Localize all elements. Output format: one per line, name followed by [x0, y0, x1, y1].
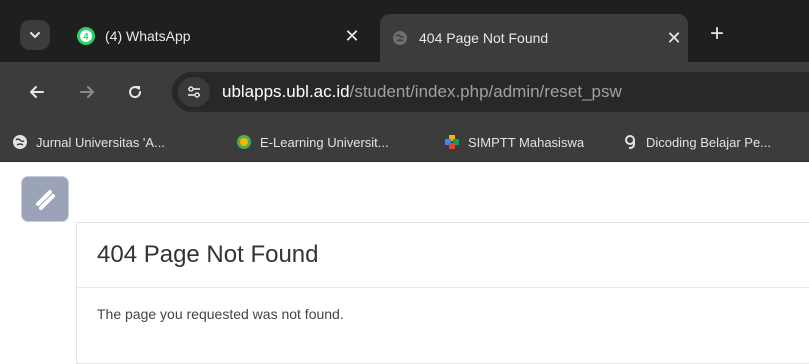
bookmark-simptt[interactable]: SIMPTT Mahasiswa	[444, 122, 584, 162]
url-text: ublapps.ubl.ac.id/student/index.php/admi…	[222, 82, 622, 102]
forward-button[interactable]	[74, 79, 100, 105]
page-title: 404 Page Not Found	[77, 223, 809, 288]
globe-icon	[390, 28, 410, 48]
app-logo[interactable]	[21, 176, 69, 222]
bookmark-label: Jurnal Universitas 'A...	[36, 134, 165, 150]
error-message: The page you requested was not found.	[97, 306, 344, 322]
address-bar[interactable]: ublapps.ubl.ac.id/student/index.php/admi…	[172, 72, 809, 112]
bookmark-dicoding[interactable]: Dicoding Belajar Pe...	[622, 122, 771, 162]
bookmark-label: SIMPTT Mahasiswa	[468, 134, 585, 150]
url-host: ublapps.ubl.ac.id	[222, 82, 350, 101]
reload-icon	[129, 86, 142, 99]
tab-strip: 4 (4) WhatsApp ✕ 404 Page Not Found ✕ +	[0, 0, 809, 62]
arrow-left-icon	[30, 86, 44, 98]
logo-icon	[36, 190, 55, 210]
close-icon[interactable]: ✕	[338, 26, 366, 47]
whatsapp-icon: 4	[76, 26, 96, 46]
error-panel: 404 Page Not Found The page you requeste…	[76, 222, 809, 364]
bookmark-jurnal[interactable]: Jurnal Universitas 'A...	[12, 122, 165, 162]
bookmark-elearning[interactable]: E-Learning Universit...	[236, 122, 389, 162]
arrow-right-icon	[80, 86, 94, 98]
simptt-icon	[444, 134, 460, 150]
browser-toolbar: ublapps.ubl.ac.id/student/index.php/admi…	[0, 62, 809, 122]
tab-title: (4) WhatsApp	[105, 28, 191, 44]
bookmark-label: Dicoding Belajar Pe...	[646, 134, 772, 150]
tab-badge: 4	[83, 32, 88, 42]
dicoding-icon	[622, 134, 638, 150]
chevron-down-icon	[30, 32, 40, 39]
reload-button[interactable]	[122, 79, 148, 105]
new-tab-button[interactable]: +	[704, 18, 730, 50]
tab-404[interactable]: 404 Page Not Found ✕	[380, 14, 688, 62]
tab-whatsapp[interactable]: 4 (4) WhatsApp ✕	[66, 16, 366, 56]
globe-icon	[12, 134, 28, 150]
url-path: /student/index.php/admin/reset_psw	[349, 82, 622, 101]
elearning-icon	[236, 134, 252, 150]
site-info-icon[interactable]	[178, 77, 210, 107]
tab-title: 404 Page Not Found	[419, 30, 549, 46]
tab-search-button[interactable]	[20, 20, 50, 50]
back-button[interactable]	[24, 79, 50, 105]
bookmarks-bar: Jurnal Universitas 'A... E-Learning Univ…	[0, 122, 809, 162]
close-icon[interactable]: ✕	[660, 28, 688, 49]
bookmark-label: E-Learning Universit...	[260, 134, 389, 150]
